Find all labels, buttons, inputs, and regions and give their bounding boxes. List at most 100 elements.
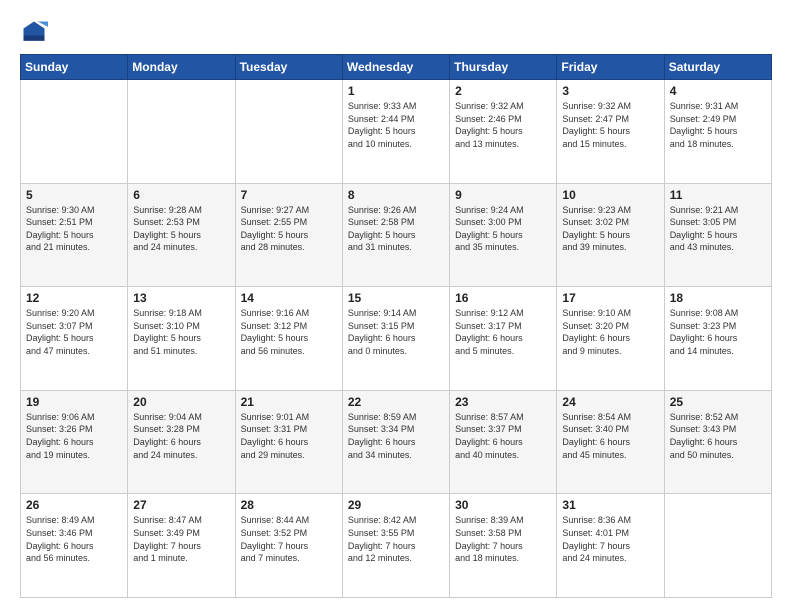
day-number: 12 [26, 291, 122, 305]
day-number: 27 [133, 498, 229, 512]
week-row-3: 12 Sunrise: 9:20 AM Sunset: 3:07 PM Dayli… [21, 287, 772, 391]
calendar-cell: 1 Sunrise: 9:33 AM Sunset: 2:44 PM Daylig… [342, 80, 449, 184]
calendar-cell: 2 Sunrise: 9:32 AM Sunset: 2:46 PM Daylig… [450, 80, 557, 184]
calendar-cell: 12 Sunrise: 9:20 AM Sunset: 3:07 PM Dayli… [21, 287, 128, 391]
day-info: Sunrise: 9:23 AM Sunset: 3:02 PM Dayligh… [562, 204, 658, 254]
calendar-cell: 6Sunrise: 9:28 AM Sunset: 2:53 PM Daylig… [128, 183, 235, 287]
day-info: Sunrise: 9:08 AM Sunset: 3:23 PM Dayligh… [670, 307, 766, 357]
day-info: Sunrise: 8:52 AM Sunset: 3:43 PM Dayligh… [670, 411, 766, 461]
calendar-cell: 10 Sunrise: 9:23 AM Sunset: 3:02 PM Dayli… [557, 183, 664, 287]
weekday-header-row: SundayMondayTuesdayWednesdayThursdayFrid… [21, 55, 772, 80]
day-info: Sunrise: 8:36 AM Sunset: 4:01 PM Dayligh… [562, 514, 658, 564]
day-info: Sunrise: 9:27 AM Sunset: 2:55 PM Dayligh… [241, 204, 337, 254]
calendar-cell: 9Sunrise: 9:24 AM Sunset: 3:00 PM Daylig… [450, 183, 557, 287]
day-info: Sunrise: 9:12 AM Sunset: 3:17 PM Dayligh… [455, 307, 551, 357]
day-info: Sunrise: 9:31 AM Sunset: 2:49 PM Dayligh… [670, 100, 766, 150]
calendar-cell: 16 Sunrise: 9:12 AM Sunset: 3:17 PM Dayli… [450, 287, 557, 391]
day-info: Sunrise: 9:18 AM Sunset: 3:10 PM Dayligh… [133, 307, 229, 357]
day-number: 31 [562, 498, 658, 512]
logo [20, 18, 52, 46]
day-info: Sunrise: 9:20 AM Sunset: 3:07 PM Dayligh… [26, 307, 122, 357]
day-info: Sunrise: 9:24 AM Sunset: 3:00 PM Dayligh… [455, 204, 551, 254]
calendar-cell: 30 Sunrise: 8:39 AM Sunset: 3:58 PM Dayli… [450, 494, 557, 598]
calendar-cell [21, 80, 128, 184]
calendar-cell: 15 Sunrise: 9:14 AM Sunset: 3:15 PM Dayli… [342, 287, 449, 391]
weekday-header-thursday: Thursday [450, 55, 557, 80]
day-number: 11 [670, 188, 766, 202]
day-info: Sunrise: 9:21 AM Sunset: 3:05 PM Dayligh… [670, 204, 766, 254]
day-number: 14 [241, 291, 337, 305]
calendar-cell: 18Sunrise: 9:08 AM Sunset: 3:23 PM Dayli… [664, 287, 771, 391]
calendar-cell: 11 Sunrise: 9:21 AM Sunset: 3:05 PM Dayli… [664, 183, 771, 287]
day-info: Sunrise: 9:06 AM Sunset: 3:26 PM Dayligh… [26, 411, 122, 461]
day-info: Sunrise: 9:32 AM Sunset: 2:47 PM Dayligh… [562, 100, 658, 150]
day-info: Sunrise: 8:47 AM Sunset: 3:49 PM Dayligh… [133, 514, 229, 564]
calendar-cell [235, 80, 342, 184]
weekday-header-saturday: Saturday [664, 55, 771, 80]
day-info: Sunrise: 8:54 AM Sunset: 3:40 PM Dayligh… [562, 411, 658, 461]
calendar-cell: 20 Sunrise: 9:04 AM Sunset: 3:28 PM Dayli… [128, 390, 235, 494]
day-number: 28 [241, 498, 337, 512]
calendar-cell: 17 Sunrise: 9:10 AM Sunset: 3:20 PM Dayli… [557, 287, 664, 391]
calendar-cell: 14 Sunrise: 9:16 AM Sunset: 3:12 PM Dayli… [235, 287, 342, 391]
calendar-cell: 4 Sunrise: 9:31 AM Sunset: 2:49 PM Daylig… [664, 80, 771, 184]
day-number: 2 [455, 84, 551, 98]
weekday-header-wednesday: Wednesday [342, 55, 449, 80]
day-number: 19 [26, 395, 122, 409]
day-number: 30 [455, 498, 551, 512]
day-number: 13 [133, 291, 229, 305]
day-number: 10 [562, 188, 658, 202]
calendar-cell: 27 Sunrise: 8:47 AM Sunset: 3:49 PM Dayli… [128, 494, 235, 598]
day-info: Sunrise: 8:39 AM Sunset: 3:58 PM Dayligh… [455, 514, 551, 564]
calendar-cell [664, 494, 771, 598]
calendar-cell: 24 Sunrise: 8:54 AM Sunset: 3:40 PM Dayli… [557, 390, 664, 494]
calendar-cell: 21Sunrise: 9:01 AM Sunset: 3:31 PM Dayli… [235, 390, 342, 494]
week-row-2: 5Sunrise: 9:30 AM Sunset: 2:51 PM Daylig… [21, 183, 772, 287]
calendar-cell: 31 Sunrise: 8:36 AM Sunset: 4:01 PM Dayli… [557, 494, 664, 598]
calendar-cell: 7 Sunrise: 9:27 AM Sunset: 2:55 PM Daylig… [235, 183, 342, 287]
calendar-cell [128, 80, 235, 184]
week-row-5: 26Sunrise: 8:49 AM Sunset: 3:46 PM Dayli… [21, 494, 772, 598]
calendar-cell: 13 Sunrise: 9:18 AM Sunset: 3:10 PM Dayli… [128, 287, 235, 391]
weekday-header-tuesday: Tuesday [235, 55, 342, 80]
day-number: 22 [348, 395, 444, 409]
weekday-header-monday: Monday [128, 55, 235, 80]
day-info: Sunrise: 8:59 AM Sunset: 3:34 PM Dayligh… [348, 411, 444, 461]
day-number: 1 [348, 84, 444, 98]
weekday-header-sunday: Sunday [21, 55, 128, 80]
weekday-header-friday: Friday [557, 55, 664, 80]
day-info: Sunrise: 9:04 AM Sunset: 3:28 PM Dayligh… [133, 411, 229, 461]
calendar-cell: 23Sunrise: 8:57 AM Sunset: 3:37 PM Dayli… [450, 390, 557, 494]
day-number: 21 [241, 395, 337, 409]
day-info: Sunrise: 9:16 AM Sunset: 3:12 PM Dayligh… [241, 307, 337, 357]
day-number: 15 [348, 291, 444, 305]
calendar-cell: 5Sunrise: 9:30 AM Sunset: 2:51 PM Daylig… [21, 183, 128, 287]
day-info: Sunrise: 8:42 AM Sunset: 3:55 PM Dayligh… [348, 514, 444, 564]
day-number: 20 [133, 395, 229, 409]
day-info: Sunrise: 9:14 AM Sunset: 3:15 PM Dayligh… [348, 307, 444, 357]
calendar-cell: 8 Sunrise: 9:26 AM Sunset: 2:58 PM Daylig… [342, 183, 449, 287]
calendar-cell: 26Sunrise: 8:49 AM Sunset: 3:46 PM Dayli… [21, 494, 128, 598]
week-row-1: 1 Sunrise: 9:33 AM Sunset: 2:44 PM Daylig… [21, 80, 772, 184]
day-info: Sunrise: 9:33 AM Sunset: 2:44 PM Dayligh… [348, 100, 444, 150]
day-number: 8 [348, 188, 444, 202]
day-number: 25 [670, 395, 766, 409]
day-number: 5 [26, 188, 122, 202]
day-number: 4 [670, 84, 766, 98]
day-number: 17 [562, 291, 658, 305]
day-number: 24 [562, 395, 658, 409]
calendar-cell: 28 Sunrise: 8:44 AM Sunset: 3:52 PM Dayli… [235, 494, 342, 598]
day-number: 7 [241, 188, 337, 202]
day-info: Sunrise: 9:26 AM Sunset: 2:58 PM Dayligh… [348, 204, 444, 254]
calendar-cell: 19 Sunrise: 9:06 AM Sunset: 3:26 PM Dayli… [21, 390, 128, 494]
day-info: Sunrise: 8:44 AM Sunset: 3:52 PM Dayligh… [241, 514, 337, 564]
calendar-cell: 3 Sunrise: 9:32 AM Sunset: 2:47 PM Daylig… [557, 80, 664, 184]
day-info: Sunrise: 8:49 AM Sunset: 3:46 PM Dayligh… [26, 514, 122, 564]
day-number: 16 [455, 291, 551, 305]
day-info: Sunrise: 9:10 AM Sunset: 3:20 PM Dayligh… [562, 307, 658, 357]
calendar-cell: 29Sunrise: 8:42 AM Sunset: 3:55 PM Dayli… [342, 494, 449, 598]
calendar-cell: 25 Sunrise: 8:52 AM Sunset: 3:43 PM Dayli… [664, 390, 771, 494]
page: SundayMondayTuesdayWednesdayThursdayFrid… [0, 0, 792, 612]
day-number: 3 [562, 84, 658, 98]
day-info: Sunrise: 9:32 AM Sunset: 2:46 PM Dayligh… [455, 100, 551, 150]
